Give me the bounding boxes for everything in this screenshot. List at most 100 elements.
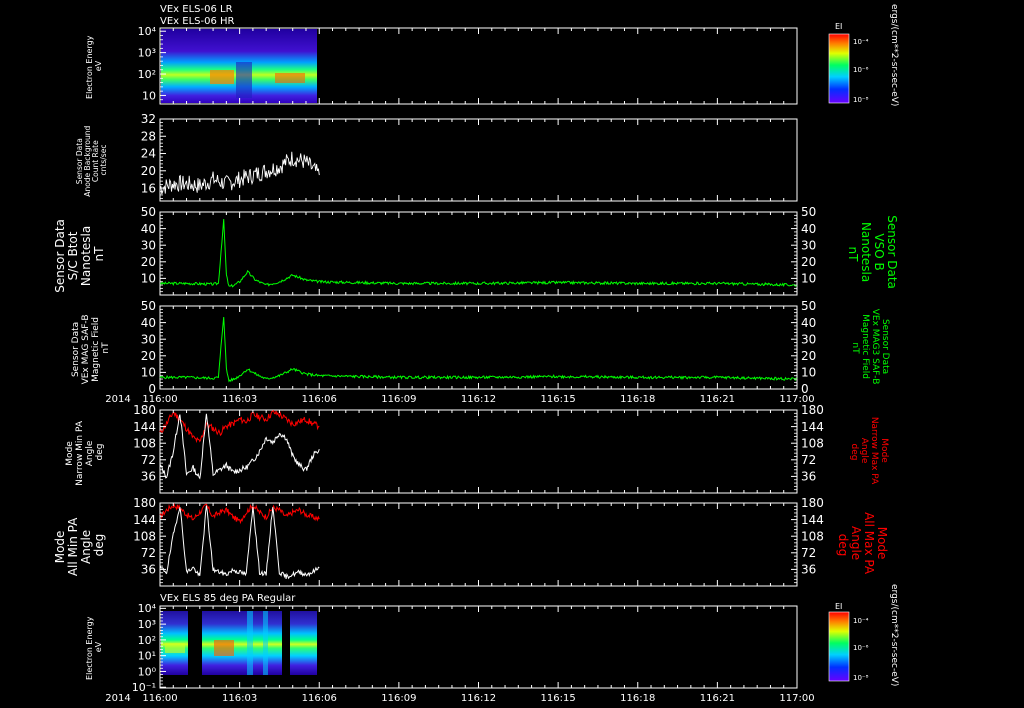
y-tick-label: 72 (801, 546, 816, 560)
y-tick-label: 180 (133, 496, 156, 510)
y-tick-label: 180 (801, 496, 824, 510)
pa2-right-label: Mode All Max PA Angle deg (836, 512, 889, 578)
y-tick-label: 50 (141, 299, 156, 313)
y-tick-label: 10¹ (138, 650, 156, 663)
y-tick-label: 36 (141, 563, 156, 577)
x-tick-label: 116:15 (541, 394, 576, 405)
x-tick-label: 116:12 (461, 693, 496, 704)
y-tick-label: 20 (801, 349, 816, 363)
y-tick-label: 28 (141, 129, 156, 143)
plot-canvas: VEx ELS-06 LR VEx ELS-06 HR 10⁴ 10³ 10² 10 … (53, 4, 899, 704)
colorbar-bottom: EI 10⁻⁴ 10⁻⁶ 10⁻⁸ ergs/(cm**2-sr-sec-eV) (828, 584, 899, 686)
colorbar-units: ergs/(cm**2-sr-sec-eV) (889, 584, 899, 686)
y-tick-label: 108 (801, 436, 824, 450)
x-tick-label: 116:18 (620, 693, 655, 704)
spec2-title: VEx ELS 85 deg PA Regular (160, 593, 296, 604)
y-tick-label: 36 (801, 563, 816, 577)
header-title-lr: VEx ELS-06 LR (160, 4, 233, 15)
y-tick-label: 10³ (138, 46, 156, 59)
x-axis-bottom: 116:00 116:03 116:06 116:09 116:12 116:15 116:… (105, 693, 814, 704)
panel-electron-spectrogram: 10⁴ 10³ 10² 10 Electron Energy eV (85, 25, 798, 105)
x-tick-label: 117:00 (779, 693, 814, 704)
x-tick-label: 116:06 (302, 394, 337, 405)
colorbar-top: EI 10⁻⁴ 10⁻⁶ 10⁻⁸ ergs/(cm**2-sr-sec-eV) (828, 4, 899, 106)
y-tick-label: 10 (142, 89, 156, 102)
y-tick-label: 20 (141, 255, 156, 269)
background-count-line (159, 151, 320, 195)
x-tick-label: 116:03 (222, 394, 257, 405)
spectrogram-stripe (247, 611, 253, 675)
x-tick-label: 116:00 (142, 693, 177, 704)
y-tick-label: 20 (141, 164, 156, 178)
y-tick-label: 50 (801, 205, 816, 219)
y-tick-label: 32 (141, 112, 156, 126)
y-tick-label: 40 (801, 316, 816, 330)
colorbar-tick-label: 10⁻⁸ (853, 674, 869, 682)
y-tick-label: 180 (801, 403, 824, 417)
y-tick-label: 10⁰ (138, 665, 157, 678)
y-tick-label: 10² (138, 634, 156, 647)
y-tick-label: 10⁴ (138, 25, 157, 38)
y-tick-label: 30 (141, 238, 156, 252)
x-year-label: 2014 (105, 394, 130, 405)
y-tick-label: 10 (141, 272, 156, 286)
panel-btot: 50 40 30 20 10 50 40 30 20 10 Sensor Data S/C Bt… (53, 205, 899, 296)
pa1-left-label: Mode Narrow Min PA Angle deg (65, 418, 105, 486)
y-tick-label: 10⁴ (138, 602, 157, 615)
y-tick-label: 144 (801, 513, 824, 527)
y-tick-label: 36 (141, 470, 156, 484)
spectrogram-stripe (263, 611, 268, 675)
y-tick-label: 72 (141, 546, 156, 560)
colorbar-gradient (828, 611, 850, 682)
x-tick-label: 116:09 (381, 693, 416, 704)
spec2-label: Electron Energy eV (85, 614, 103, 680)
y-tick-label: 10³ (138, 618, 156, 631)
colorbar-tick-label: 10⁻⁸ (853, 96, 869, 104)
y-tick-label: 40 (801, 222, 816, 236)
y-tick-label: 20 (801, 255, 816, 269)
y-tick-label: 72 (801, 453, 816, 467)
y-tick-label: 24 (141, 147, 156, 161)
spec1-label: Electron Energy eV (85, 33, 103, 99)
panel-background-count: 32 28 24 20 16 Sensor Data Anode Background … (75, 112, 798, 202)
colorbar-gradient (828, 33, 850, 104)
y-tick-label: 10 (801, 272, 816, 286)
x-tick-marks (159, 28, 798, 688)
btot-right-label: Sensor Data VSO B Nanotesla nT (846, 215, 899, 292)
panel-all-pa: 180 144 108 72 36 180 144 108 72 36 Mode All Min… (53, 496, 889, 587)
spectrogram-gap (188, 611, 202, 675)
header-title-hr: VEx ELS-06 HR (160, 16, 235, 27)
colorbar-label: EI (835, 22, 842, 31)
y-tick-label: 144 (133, 420, 156, 434)
y-tick-label: 36 (801, 470, 816, 484)
panel-frame (159, 118, 798, 202)
panel-mag: 50403020100 50403020100 Sensor Data VEx … (71, 299, 890, 396)
pa2-left-label: Mode All Min PA Angle deg (53, 514, 106, 576)
panel-narrow-pa: 180 144 108 72 36 180 144 108 72 36 Mode Narrow … (65, 403, 889, 494)
colorbar-tick-label: 10⁻⁶ (853, 66, 869, 74)
y-tick-label: 10² (138, 68, 156, 81)
spectrogram-hotspot (275, 73, 305, 83)
y-tick-label: 144 (801, 420, 824, 434)
x-tick-label: 116:15 (541, 693, 576, 704)
y-tick-label: 40 (141, 316, 156, 330)
y-tick-label: 108 (133, 529, 156, 543)
y-tick-label: 108 (133, 436, 156, 450)
pa1-right-label: Mode Narrow Max PA Angle deg (849, 417, 889, 487)
mag-line (159, 316, 798, 383)
y-tick-label: 30 (801, 238, 816, 252)
panel-85deg-spectrogram: VEx ELS 85 deg PA Regular 10⁴ 10³ 10² 10¹ 10… (85, 593, 798, 694)
spectrogram-gap (282, 611, 290, 675)
all-min-pa-line (159, 505, 320, 580)
y-tick-label: 10 (141, 366, 156, 380)
panel-frame (159, 502, 798, 587)
x-tick-label: 116:18 (620, 394, 655, 405)
colorbar-label: EI (835, 602, 842, 611)
mag-right-label: Sensor Data VEx MAG3 SAF-B Magnetic Fiel… (850, 309, 890, 388)
spectrogram-gap (236, 62, 252, 98)
btot-left-label: Sensor Data S/C Btot Nanotesla nT (53, 215, 106, 292)
x-tick-label: 116:21 (700, 394, 735, 405)
spectrogram-hotspot (214, 640, 234, 656)
x-tick-label: 116:12 (461, 394, 496, 405)
y-tick-label: 108 (801, 529, 824, 543)
